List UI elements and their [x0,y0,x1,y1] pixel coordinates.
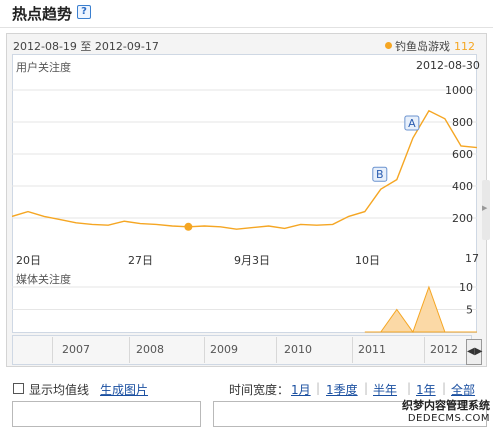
bottom-panel-left [12,401,201,427]
main-chart-label: 用户关注度 [16,61,71,74]
year-label[interactable]: 2011 [358,343,386,356]
time-option-1quarter[interactable]: 1季度 [326,381,358,398]
show-average-label[interactable]: 显示均值线 [29,381,89,398]
x-tick-label: 10日 [355,254,380,267]
generate-image-link[interactable]: 生成图片 [100,381,148,398]
highlight-point [184,222,193,231]
time-option-1year[interactable]: 1年 [416,381,436,398]
annotation-marker-b: B [372,166,388,182]
main-date-label: 2012-08-30 [416,59,480,72]
annotation-marker-a: A [404,115,420,131]
separator: | [407,381,412,395]
time-option-halfyear[interactable]: 半年 [373,381,397,398]
separator: | [316,381,321,395]
y-tick-label: 600 [452,148,473,161]
header-bar: 热点趋势 ? [0,0,493,28]
help-icon[interactable]: ? [77,5,91,19]
range-drag-handle-icon[interactable]: ◀▶ [466,339,482,365]
legend-series-name: 钓鱼岛游戏 [395,40,450,53]
x-tick-label: 17 [465,252,479,265]
x-tick-label: 20日 [16,254,41,267]
watermark-title: 织梦内容管理系统 [402,399,490,412]
y-tick-label: 800 [452,116,473,129]
page-title: 热点趋势 [12,5,73,23]
panel-expand-handle[interactable] [482,180,490,240]
year-divider [424,337,425,363]
media-area-chart: 10 5 [12,281,477,334]
legend: 钓鱼岛游戏 112 [385,38,475,54]
annotation-label: B [376,168,384,181]
watermark: 织梦内容管理系统 DEDECMS.COM [372,399,490,425]
y-tick-label: 1000 [445,84,473,97]
y-tick-label: 5 [466,304,473,317]
year-divider [276,337,277,363]
year-label[interactable]: 2007 [62,343,90,356]
year-label[interactable]: 2009 [210,343,238,356]
main-line-chart: 1000 800 600 400 200 A B [12,84,477,231]
media-chart-label: 媒体关注度 [16,273,71,286]
time-option-1month[interactable]: 1月 [291,381,311,398]
legend-count: 112 [454,40,475,53]
year-divider [129,337,130,363]
year-label[interactable]: 2012 [430,343,458,356]
x-tick-label: 27日 [128,254,153,267]
year-divider [52,337,53,363]
year-label[interactable]: 2010 [284,343,312,356]
year-divider [352,337,353,363]
x-tick-label: 9月3日 [234,254,270,267]
annotation-label: A [408,117,416,130]
legend-dot-icon [385,42,392,49]
show-average-checkbox[interactable] [13,383,24,394]
separator: | [364,381,369,395]
time-option-all[interactable]: 全部 [451,381,475,398]
y-tick-label: 200 [452,212,473,225]
y-tick-label: 400 [452,180,473,193]
y-tick-label: 10 [459,281,473,294]
year-label[interactable]: 2008 [136,343,164,356]
separator: | [442,381,447,395]
date-range-label: 2012-08-19 至 2012-09-17 [13,40,159,53]
year-divider [204,337,205,363]
watermark-url: DEDECMS.COM [407,413,490,424]
time-width-label: 时间宽度： [229,383,290,397]
